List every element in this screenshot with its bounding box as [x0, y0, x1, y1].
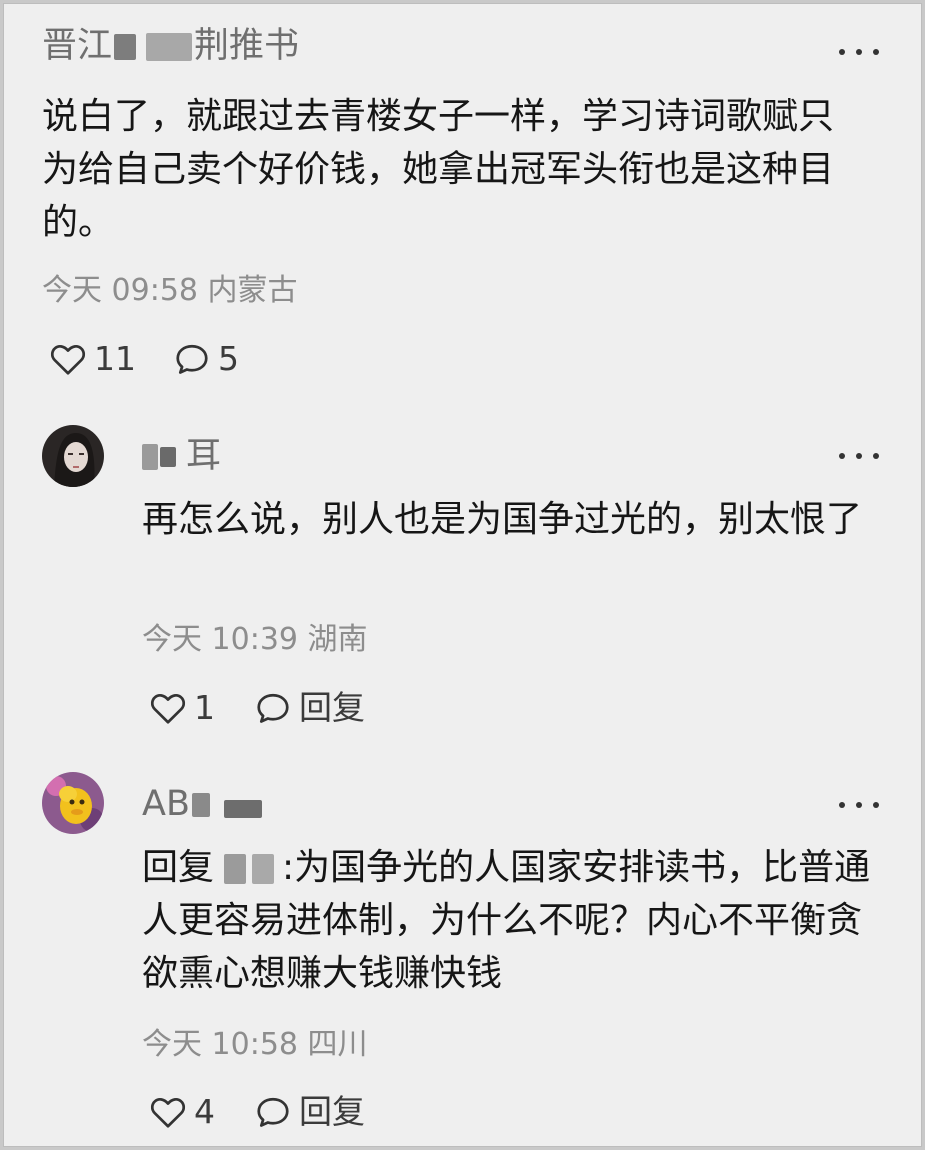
comment-3-username-prefix: AB: [142, 784, 190, 824]
more-options-button[interactable]: [839, 799, 879, 811]
heart-outline-icon: [150, 1097, 186, 1128]
more-dots-icon: [873, 49, 879, 55]
comment-location: 内蒙古: [207, 273, 298, 308]
comment-1-meta: 今天 09:58 内蒙古: [42, 272, 298, 310]
redaction-blur: [142, 444, 158, 470]
like-button[interactable]: 11: [50, 337, 136, 381]
speech-bubble-icon: [176, 344, 208, 374]
redaction-blur: [114, 34, 137, 60]
avatar-image: [42, 772, 104, 834]
speech-bubble-icon: [257, 1097, 289, 1127]
comment-2-username[interactable]: 耳: [142, 434, 221, 478]
reply-label: 回复: [299, 688, 365, 727]
comment-2-username-suffix: 耳: [186, 436, 222, 476]
comment-location: 湖南: [307, 622, 368, 657]
more-dots-icon: [873, 453, 879, 459]
more-dots-icon: [873, 802, 879, 808]
heart-outline-icon: [150, 693, 186, 724]
like-button[interactable]: 1: [150, 686, 215, 730]
more-dots-icon: [856, 453, 862, 459]
comment-3-text: 回复:为国争光的人国家安排读书，比普通人更容易进体制，为什么不呢？内心不平衡贪欲…: [142, 841, 892, 1000]
more-dots-icon: [856, 802, 862, 808]
more-dots-icon: [839, 49, 845, 55]
comment-timestamp: 今天 10:39: [142, 622, 298, 657]
like-count: 11: [94, 339, 136, 378]
more-dots-icon: [839, 802, 845, 808]
comment-2-text: 再怎么说，别人也是为国争过光的，别太恨了: [142, 499, 863, 540]
comment-1-text: 说白了，就跟过去青楼女子一样，学习诗词歌赋只为给自己卖个好价钱，她拿出冠军头衔也…: [42, 96, 835, 243]
more-options-button[interactable]: [839, 46, 879, 58]
comment-2-meta: 今天 10:39 湖南: [142, 621, 368, 659]
redaction-blur: [224, 854, 247, 884]
comment-button[interactable]: 5: [174, 337, 239, 381]
comment-3-actions: 4 回复: [150, 1090, 403, 1134]
reply-button[interactable]: 回复: [255, 686, 365, 730]
redaction-blur: [252, 854, 275, 884]
like-button[interactable]: 4: [150, 1090, 215, 1134]
avatar-image: [42, 425, 104, 487]
comment-thread: 晋江 荆推书 说白了，就跟过去青楼女子一样，学习诗词歌赋只为给自己卖个好价钱，她拿…: [3, 3, 922, 1147]
more-dots-icon: [839, 453, 845, 459]
more-dots-icon: [856, 49, 862, 55]
like-count: 1: [194, 688, 215, 727]
like-count: 4: [194, 1092, 215, 1131]
reply-separator: :: [282, 847, 295, 888]
more-options-button[interactable]: [839, 450, 879, 462]
comment-timestamp: 今天 09:58: [42, 273, 198, 308]
redaction-blur: [160, 447, 176, 467]
comment-timestamp: 今天 10:58: [142, 1027, 298, 1062]
speech-bubble-icon: [257, 693, 289, 723]
redaction-blur: [146, 33, 193, 61]
reply-count: 5: [218, 339, 239, 378]
avatar[interactable]: [42, 425, 104, 487]
comment-1-actions: 11 5: [50, 337, 277, 381]
heart-outline-icon: [50, 344, 86, 375]
comment-1-username-prefix: 晋江: [42, 26, 113, 66]
redaction-blur: [191, 793, 210, 817]
comment-1-username[interactable]: 晋江 荆推书: [42, 24, 299, 68]
avatar[interactable]: [42, 772, 104, 834]
comment-3-meta: 今天 10:58 四川: [142, 1026, 368, 1064]
reply-button[interactable]: 回复: [255, 1090, 365, 1134]
comment-1-username-suffix: 荆推书: [194, 26, 300, 66]
reply-prefix: 回复: [142, 847, 215, 888]
comment-2-actions: 1 回复: [150, 686, 403, 730]
reply-label: 回复: [299, 1092, 365, 1131]
comment-3-username[interactable]: AB: [142, 782, 262, 826]
comment-location: 四川: [307, 1027, 368, 1062]
redaction-blur: [223, 800, 262, 818]
